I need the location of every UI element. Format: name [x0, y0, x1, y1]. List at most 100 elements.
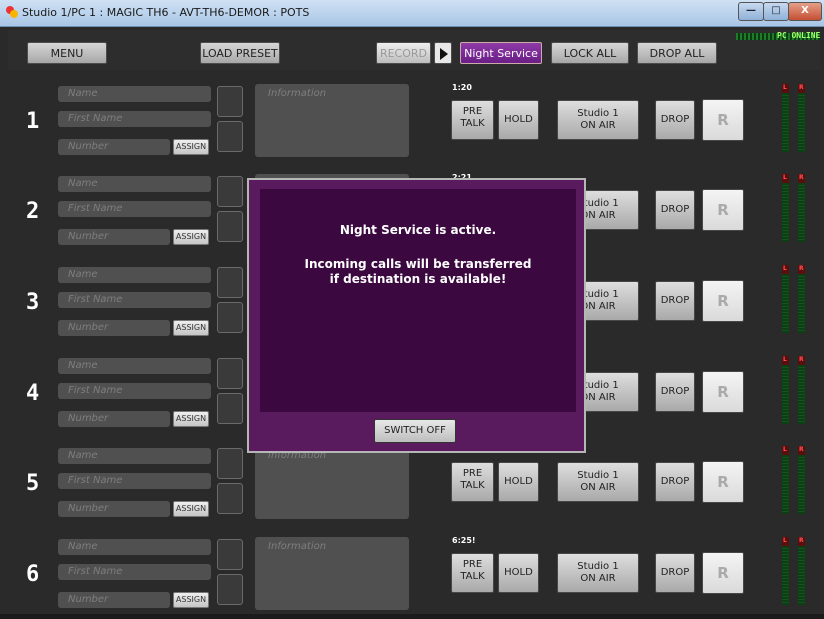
line-slot-top[interactable] — [217, 86, 243, 117]
studio-label: Studio 1 — [577, 561, 619, 572]
caller-first-name-field[interactable]: First Name — [58, 473, 211, 489]
drop-button[interactable]: DROP — [655, 553, 695, 593]
on-air-label: ON AIR — [580, 573, 616, 584]
record-button[interactable]: RECORD — [376, 42, 431, 64]
meter-left-label: L — [783, 446, 787, 453]
pc-online-label: PC ONLINE — [777, 31, 821, 40]
meter-left-label: L — [783, 537, 787, 544]
line-slot-bottom[interactable] — [217, 211, 243, 242]
dialog-message-line1: Incoming calls will be transferred — [304, 257, 532, 271]
studio-on-air-button[interactable]: Studio 1 ON AIR — [557, 553, 639, 593]
line-slot-bottom[interactable] — [217, 574, 243, 605]
line-number: 4 — [26, 381, 40, 406]
line-slot-bottom[interactable] — [217, 302, 243, 333]
meter-right-label: R — [799, 84, 804, 91]
level-meter-left: L — [782, 265, 789, 333]
hold-button[interactable]: HOLD — [498, 553, 539, 593]
caller-number-field[interactable]: Number — [58, 592, 170, 608]
load-preset-button[interactable]: LOAD PRESET — [200, 42, 280, 64]
minimize-button[interactable]: — — [738, 2, 764, 21]
studio-on-air-button[interactable]: Studio 1 ON AIR — [557, 100, 639, 140]
caller-number-field[interactable]: Number — [58, 229, 170, 245]
studio-label: Studio 1 — [577, 108, 619, 119]
caller-number-field[interactable]: Number — [58, 501, 170, 517]
meter-right-label: R — [799, 265, 804, 272]
information-field[interactable]: Information — [255, 84, 409, 157]
meter-left-label: L — [783, 84, 787, 91]
drop-all-button[interactable]: DROP ALL — [637, 42, 717, 64]
studio-on-air-button[interactable]: Studio 1 ON AIR — [557, 462, 639, 502]
title-bar: Studio 1/PC 1 : MAGIC TH6 - AVT-TH6-DEMO… — [0, 0, 824, 27]
caller-number-field[interactable]: Number — [58, 320, 170, 336]
drop-button[interactable]: DROP — [655, 372, 695, 412]
line-slot-bottom[interactable] — [217, 483, 243, 514]
line-timer: 1:20 — [452, 83, 472, 92]
caller-first-name-field[interactable]: First Name — [58, 111, 211, 127]
r-button[interactable]: R — [702, 461, 744, 503]
play-button[interactable] — [434, 42, 452, 64]
information-field[interactable]: Information — [255, 537, 409, 610]
level-meter-left: L — [782, 446, 789, 514]
hold-button[interactable]: HOLD — [498, 100, 539, 140]
r-button[interactable]: R — [702, 552, 744, 594]
assign-button[interactable]: ASSIGN — [173, 501, 209, 517]
caller-name-field[interactable]: Name — [58, 86, 211, 102]
assign-button[interactable]: ASSIGN — [173, 320, 209, 336]
level-meter-right: R — [798, 537, 805, 605]
assign-button[interactable]: ASSIGN — [173, 229, 209, 245]
hold-button[interactable]: HOLD — [498, 462, 539, 502]
dialog-message: Incoming calls will be transferred if de… — [260, 257, 576, 287]
caller-name-field[interactable]: Name — [58, 267, 211, 283]
caller-first-name-field[interactable]: First Name — [58, 564, 211, 580]
maximize-button[interactable]: □ — [763, 2, 789, 21]
drop-button[interactable]: DROP — [655, 462, 695, 502]
switch-off-button[interactable]: SWITCH OFF — [374, 419, 456, 443]
line-slot-top[interactable] — [217, 448, 243, 479]
line-slot-top[interactable] — [217, 539, 243, 570]
assign-button[interactable]: ASSIGN — [173, 592, 209, 608]
drop-button[interactable]: DROP — [655, 190, 695, 230]
r-button[interactable]: R — [702, 280, 744, 322]
drop-button[interactable]: DROP — [655, 281, 695, 321]
information-field[interactable]: Information — [255, 446, 409, 519]
r-button[interactable]: R — [702, 189, 744, 231]
night-service-button[interactable]: Night Service — [460, 42, 542, 64]
line-slot-bottom[interactable] — [217, 393, 243, 424]
level-meter-left: L — [782, 537, 789, 605]
line-number: 2 — [26, 199, 40, 224]
caller-name-field[interactable]: Name — [58, 176, 211, 192]
menu-button[interactable]: MENU — [27, 42, 107, 64]
line-number: 6 — [26, 562, 40, 587]
pre-talk-button[interactable]: PRE TALK — [451, 100, 494, 140]
r-button[interactable]: R — [702, 371, 744, 413]
caller-first-name-field[interactable]: First Name — [58, 292, 211, 308]
line-slot-top[interactable] — [217, 267, 243, 298]
assign-button[interactable]: ASSIGN — [173, 139, 209, 155]
play-icon — [440, 48, 448, 60]
line-slot-top[interactable] — [217, 176, 243, 207]
assign-button[interactable]: ASSIGN — [173, 411, 209, 427]
pre-talk-button[interactable]: PRE TALK — [451, 553, 494, 593]
caller-name-field[interactable]: Name — [58, 539, 211, 555]
on-air-label: ON AIR — [580, 482, 616, 493]
caller-number-field[interactable]: Number — [58, 139, 170, 155]
caller-name-field[interactable]: Name — [58, 448, 211, 464]
app-icon — [6, 6, 18, 18]
lock-all-button[interactable]: LOCK ALL — [551, 42, 629, 64]
meter-right-label: R — [799, 174, 804, 181]
caller-name-field[interactable]: Name — [58, 358, 211, 374]
line-slot-top[interactable] — [217, 358, 243, 389]
pre-talk-button[interactable]: PRE TALK — [451, 462, 494, 502]
line-slot-bottom[interactable] — [217, 121, 243, 152]
r-button[interactable]: R — [702, 99, 744, 141]
app-window: Studio 1/PC 1 : MAGIC TH6 - AVT-TH6-DEMO… — [0, 0, 824, 619]
caller-first-name-field[interactable]: First Name — [58, 383, 211, 399]
drop-button[interactable]: DROP — [655, 100, 695, 140]
caller-first-name-field[interactable]: First Name — [58, 201, 211, 217]
night-service-dialog: Night Service is active. Incoming calls … — [247, 178, 586, 453]
pre-talk-label-2: TALK — [460, 118, 485, 129]
meter-left-label: L — [783, 174, 787, 181]
caller-number-field[interactable]: Number — [58, 411, 170, 427]
pre-talk-label-2: TALK — [460, 480, 485, 491]
close-button[interactable]: X — [788, 2, 822, 21]
